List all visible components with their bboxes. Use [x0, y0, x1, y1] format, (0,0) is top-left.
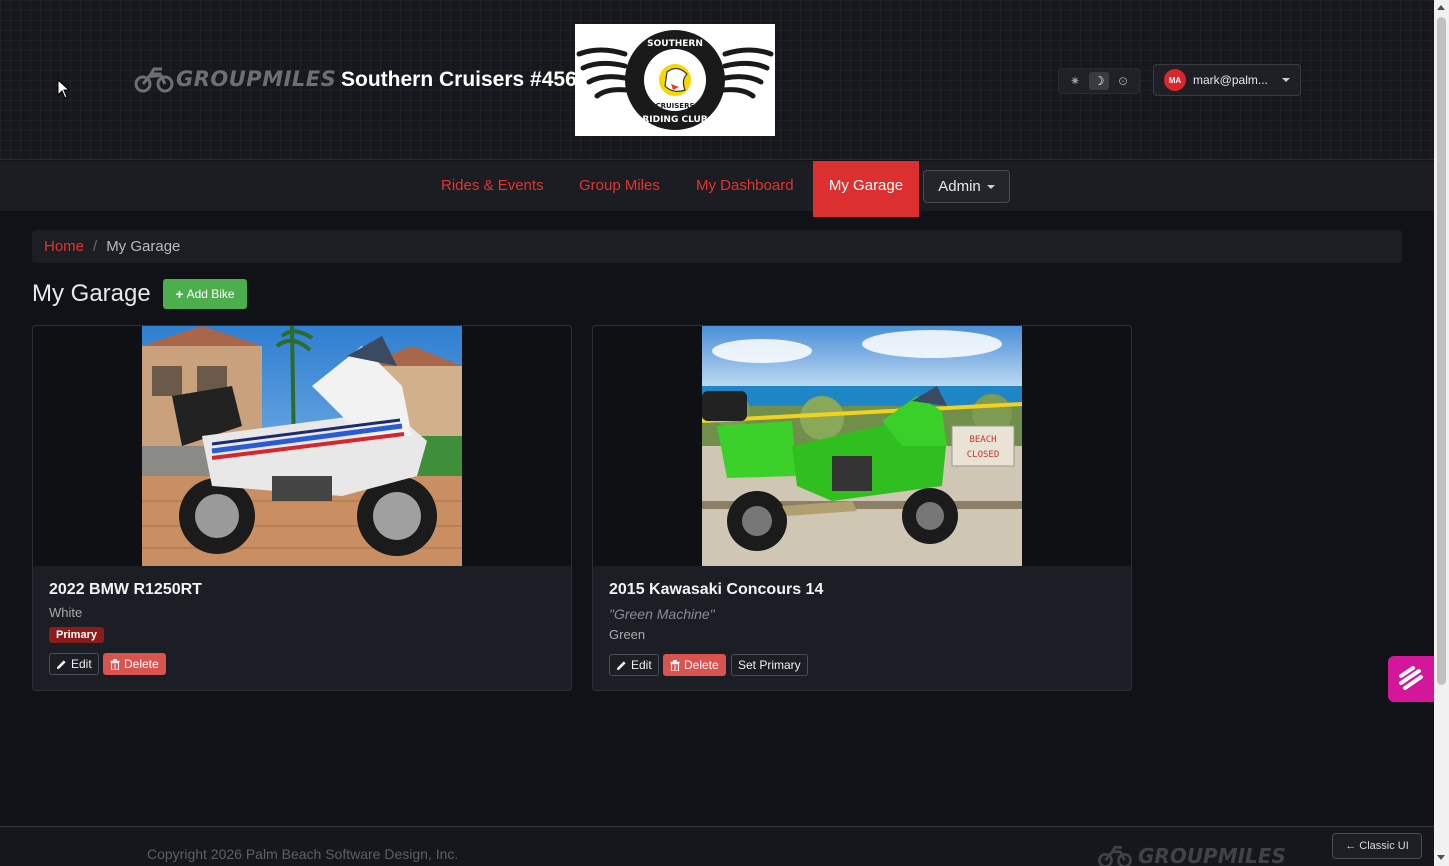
- delete-label: Delete: [684, 658, 719, 672]
- breadcrumb-current: My Garage: [106, 238, 181, 255]
- add-bike-button[interactable]: + Add Bike: [163, 279, 247, 309]
- site-footer: Copyright 2026 Palm Beach Software Desig…: [0, 826, 1434, 866]
- main-nav: Rides & Events Group Miles My Dashboard …: [0, 161, 1434, 217]
- primary-badge: Primary: [49, 627, 104, 643]
- mouse-cursor-icon: [57, 79, 71, 99]
- bike-name: 2022 BMW R1250RT: [49, 581, 202, 598]
- bike-photo[interactable]: BEACH CLOSED: [702, 326, 1022, 566]
- footer-logo: GROUPMILES: [1096, 843, 1286, 866]
- nav-group-miles[interactable]: Group Miles: [563, 161, 676, 211]
- trash-icon: [670, 659, 680, 671]
- nav-my-dashboard[interactable]: My Dashboard: [680, 161, 810, 211]
- chevron-down-icon: [1282, 78, 1290, 82]
- pencil-icon: [616, 660, 626, 670]
- bike-color: Green: [609, 627, 646, 642]
- delete-button[interactable]: Delete: [663, 654, 726, 676]
- bike-photo[interactable]: [142, 326, 462, 566]
- theme-toggle[interactable]: ✷ ☽ ⊙: [1058, 68, 1140, 94]
- edit-button[interactable]: Edit: [49, 653, 99, 675]
- bike-photo-frame: BEACH CLOSED: [593, 326, 1131, 566]
- bike-name: 2015 Kawasaki Concours 14: [609, 581, 824, 598]
- scroll-down-arrow-icon[interactable]: [1437, 855, 1445, 860]
- bike-photo-frame: [33, 326, 571, 566]
- sign-line-2: CLOSED: [967, 450, 1000, 460]
- logo-bottom-text: RIDING CLUB: [642, 115, 707, 125]
- footer-wordmark: GROUPMILES: [1138, 844, 1286, 866]
- add-bike-label: Add Bike: [186, 287, 235, 301]
- bike-card: 2022 BMW R1250RT White Primary Edit Dele…: [32, 325, 572, 691]
- nav-rides-events[interactable]: Rides & Events: [425, 161, 560, 211]
- bike-card: BEACH CLOSED 2015 Kawasaki Concours 14 "…: [592, 325, 1132, 691]
- user-email: mark@palm...: [1193, 73, 1268, 87]
- moon-icon[interactable]: ☽: [1089, 72, 1109, 90]
- club-logo: SOUTHERN CRUISERS RIDING CLUB: [575, 24, 775, 136]
- motorcycle-icon: [134, 67, 174, 93]
- admin-dropdown-button[interactable]: Admin: [923, 170, 1010, 203]
- logo-mid-text: CRUISERS: [655, 102, 694, 110]
- club-title: Southern Cruisers #456: [341, 68, 577, 91]
- edit-label: Edit: [631, 658, 652, 672]
- scroll-thumb[interactable]: [1437, 17, 1446, 685]
- chevron-down-icon: [986, 184, 995, 189]
- logo-top-text: SOUTHERN: [647, 39, 703, 49]
- breadcrumb-home[interactable]: Home: [44, 238, 84, 255]
- motorcycle-icon: [1098, 846, 1132, 866]
- plus-icon: +: [175, 286, 184, 302]
- pencil-icon: [56, 659, 66, 669]
- bike-color: White: [49, 605, 83, 620]
- stacked-layers-icon: [1399, 666, 1423, 690]
- set-primary-button[interactable]: Set Primary: [731, 654, 808, 676]
- scroll-up-arrow-icon[interactable]: [1437, 5, 1445, 10]
- avatar: MA: [1164, 69, 1186, 91]
- help-widget-button[interactable]: [1388, 656, 1434, 702]
- sign-line-1: BEACH: [969, 435, 996, 445]
- breadcrumb-separator: /: [93, 238, 98, 255]
- brand-wordmark: GROUPMILES: [176, 67, 337, 91]
- club-emblem-icon: SOUTHERN CRUISERS RIDING CLUB: [576, 30, 774, 130]
- page-title: My Garage: [32, 280, 151, 307]
- page-scrollbar[interactable]: [1434, 0, 1449, 866]
- site-header: GROUPMILES Southern Cruisers #456 SOUTHE…: [0, 0, 1434, 160]
- edit-label: Edit: [71, 657, 92, 671]
- breadcrumb: Home / My Garage: [32, 230, 1402, 263]
- copyright-text: Copyright 2026 Palm Beach Software Desig…: [147, 846, 459, 862]
- groupmiles-logo[interactable]: GROUPMILES: [134, 64, 336, 94]
- trash-icon: [110, 658, 120, 670]
- bike-nickname: "Green Machine": [609, 606, 715, 622]
- edit-button[interactable]: Edit: [609, 654, 659, 676]
- sun-icon[interactable]: ✷: [1065, 72, 1085, 90]
- delete-button[interactable]: Delete: [103, 653, 166, 675]
- delete-label: Delete: [124, 657, 159, 671]
- auto-icon[interactable]: ⊙: [1113, 72, 1133, 90]
- admin-label: Admin: [938, 178, 981, 195]
- classic-ui-button[interactable]: ← Classic UI: [1332, 833, 1422, 859]
- nav-my-garage[interactable]: My Garage: [813, 161, 919, 217]
- user-menu-button[interactable]: MA mark@palm...: [1153, 64, 1301, 96]
